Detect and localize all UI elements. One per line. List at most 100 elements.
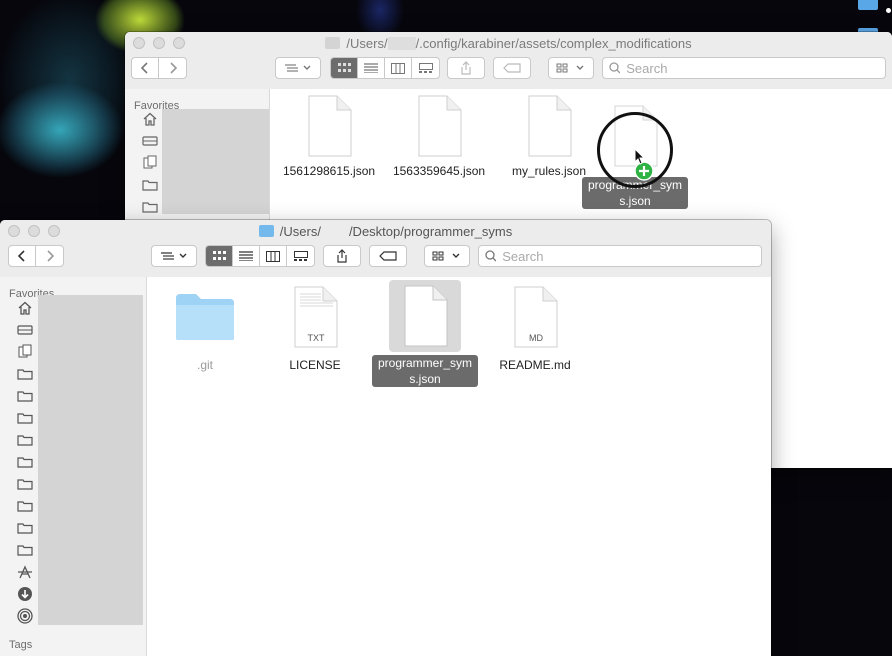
home-icon	[143, 112, 157, 126]
column-view-button[interactable]	[260, 246, 287, 266]
sidebar-item-applications[interactable]	[16, 565, 34, 579]
view-mode-group	[330, 57, 440, 79]
chevron-right-icon	[169, 62, 177, 74]
sidebar-item-folder[interactable]	[16, 433, 34, 447]
sidebar-item-folder[interactable]	[16, 411, 34, 425]
sidebar-item-home[interactable]	[141, 112, 159, 126]
columns-icon	[266, 250, 280, 262]
airdrop-icon	[17, 608, 33, 624]
sidebar-item-documents[interactable]	[16, 344, 34, 358]
nav-buttons	[8, 245, 64, 267]
chevron-left-icon	[140, 62, 148, 74]
gallery-icon	[418, 62, 433, 73]
search-icon	[609, 62, 621, 74]
arrange-button[interactable]	[275, 57, 321, 79]
share-button[interactable]	[447, 57, 485, 79]
file-item-license[interactable]: TXT LICENSE	[260, 283, 370, 373]
sidebar-item-airdrop[interactable]	[16, 608, 34, 624]
path-prefix: /Users/	[279, 224, 321, 239]
folder-icon	[17, 369, 33, 380]
share-icon	[461, 61, 471, 75]
file-browser: .git TXT LICENSE programmer_sym s.json M…	[147, 277, 771, 656]
back-button[interactable]	[9, 246, 36, 266]
sidebar: Favorites Tags	[0, 277, 147, 656]
sidebar-item-folder[interactable]	[16, 389, 34, 403]
sidebar-item-folder[interactable]	[16, 521, 34, 535]
group-by-button[interactable]	[548, 57, 594, 79]
back-button[interactable]	[132, 58, 159, 78]
share-button[interactable]	[323, 245, 361, 267]
sidebar-item-downloads[interactable]	[16, 587, 34, 601]
folder-icon	[142, 202, 158, 213]
sidebar-item-folder[interactable]	[16, 455, 34, 469]
grid-icon	[212, 251, 226, 260]
sidebar-item-folder[interactable]	[141, 200, 159, 214]
documents-icon	[18, 344, 32, 358]
downloads-icon	[18, 587, 32, 601]
arrange-button[interactable]	[151, 245, 197, 267]
desktop-dot	[886, 8, 891, 13]
sidebar-item-folder[interactable]	[16, 477, 34, 491]
sidebar-item-documents[interactable]	[141, 155, 159, 169]
sidebar-item-home[interactable]	[16, 301, 34, 315]
column-view-button[interactable]	[385, 58, 412, 78]
home-icon	[18, 301, 32, 315]
icon-view-button[interactable]	[331, 58, 358, 78]
group-by-button[interactable]	[424, 245, 470, 267]
file-item-readme[interactable]: MD README.md	[480, 283, 590, 373]
folder-icon	[17, 391, 33, 402]
icon-view-button[interactable]	[206, 246, 233, 266]
applications-icon	[18, 565, 32, 579]
file-item-programmer-syms[interactable]: programmer_sym s.json	[370, 280, 480, 387]
forward-button[interactable]	[36, 246, 63, 266]
folder-icon	[17, 457, 33, 468]
tag-button[interactable]	[493, 57, 531, 79]
sidebar-labels-redacted	[162, 109, 269, 214]
drive-icon	[142, 136, 158, 146]
toolbar	[125, 57, 892, 79]
sidebar-item-folder[interactable]	[141, 178, 159, 192]
document-icon	[528, 95, 572, 157]
file-name: my_rules.json	[511, 164, 587, 178]
redacted-username	[387, 37, 416, 50]
path-suffix: /Desktop/programmer_syms	[348, 224, 513, 239]
group-icon	[556, 63, 584, 73]
share-icon	[337, 249, 347, 263]
file-item-git-folder[interactable]: .git	[150, 283, 260, 373]
file-item[interactable]: 1561298615.json	[274, 95, 384, 179]
search-input[interactable]	[502, 248, 761, 264]
list-view-button[interactable]	[233, 246, 260, 266]
file-name: programmer_sym s.json	[372, 355, 478, 387]
desktop-drive-icon[interactable]	[858, 0, 878, 10]
tag-button[interactable]	[369, 245, 407, 267]
file-name: 1561298615.json	[282, 164, 376, 178]
finder-window-programmer-syms[interactable]: /Users/ /Desktop/programmer_syms Search F…	[0, 220, 771, 656]
arrange-icon	[285, 64, 311, 72]
file-name: README.md	[499, 358, 571, 372]
search-icon	[485, 250, 497, 262]
window-title: /Users/ /.config/karabiner/assets/complex…	[125, 36, 892, 51]
sidebar-item-folder[interactable]	[16, 367, 34, 381]
sidebar-item-drive[interactable]	[16, 323, 34, 337]
search-field[interactable]	[602, 57, 886, 79]
search-input[interactable]	[626, 60, 885, 76]
list-view-button[interactable]	[358, 58, 385, 78]
folder-icon	[17, 413, 33, 424]
documents-icon	[143, 155, 157, 169]
sidebar-item-folder[interactable]	[16, 543, 34, 557]
file-item[interactable]: 1563359645.json	[384, 95, 494, 179]
group-icon	[432, 251, 460, 261]
search-field[interactable]	[478, 245, 762, 267]
drive-icon	[17, 325, 33, 335]
forward-button[interactable]	[159, 58, 186, 78]
folder-icon	[17, 501, 33, 512]
folder-icon	[17, 479, 33, 490]
gallery-view-button[interactable]	[412, 58, 439, 78]
sidebar-item-folder[interactable]	[16, 499, 34, 513]
gallery-view-button[interactable]	[287, 246, 314, 266]
window-title: /Users/ /Desktop/programmer_syms	[0, 224, 771, 239]
tag-icon	[503, 63, 521, 73]
list-icon	[239, 251, 253, 261]
sidebar-item-drive[interactable]	[141, 134, 159, 148]
toolbar	[0, 245, 771, 267]
